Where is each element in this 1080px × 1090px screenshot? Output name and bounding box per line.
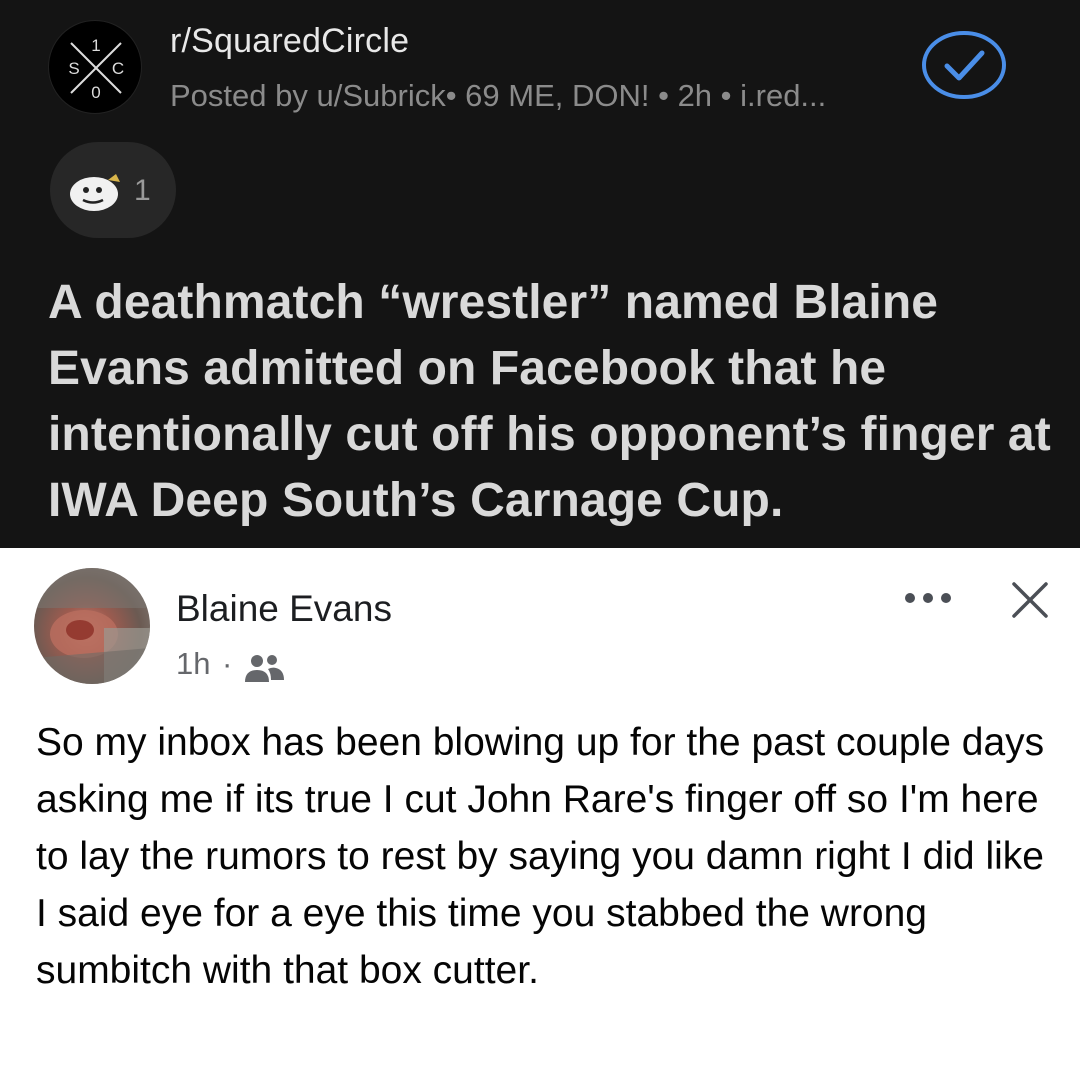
facebook-post-screenshot: Blaine Evans 1h · So my inbox has been b… — [0, 548, 1080, 1090]
more-icon[interactable] — [900, 586, 956, 610]
friends-icon — [245, 655, 284, 682]
avatar — [34, 568, 150, 684]
post-title[interactable]: A deathmatch “wrestler” named Blaine Eva… — [48, 270, 1058, 534]
post-meta: Posted by u/Subrick• 69 ME, DON! • 2h • … — [170, 78, 827, 113]
award-count: 1 — [134, 174, 151, 207]
post-time[interactable]: 1h — [176, 646, 210, 682]
meta-separator: · — [222, 646, 233, 681]
close-icon[interactable] — [1008, 578, 1052, 622]
joined-button[interactable] — [920, 30, 1008, 100]
logo-letter-right: C — [112, 59, 124, 78]
subreddit-name[interactable]: r/SquaredCircle — [170, 22, 409, 61]
awards-pill[interactable]: 1 — [50, 142, 176, 238]
subreddit-logo[interactable]: 1 S C 0 — [48, 20, 142, 114]
checkmark-icon — [922, 31, 1006, 99]
logo-letter-bottom: 0 — [91, 83, 100, 102]
reddit-post: 1 S C 0 r/SquaredCircle Posted by u/Subr… — [0, 0, 1080, 548]
logo-letter-top: 1 — [91, 36, 100, 55]
award-icon — [70, 174, 120, 211]
logo-letter-left: S — [68, 59, 79, 78]
author-name[interactable]: Blaine Evans — [176, 588, 392, 630]
post-body: So my inbox has been blowing up for the … — [36, 721, 1045, 992]
